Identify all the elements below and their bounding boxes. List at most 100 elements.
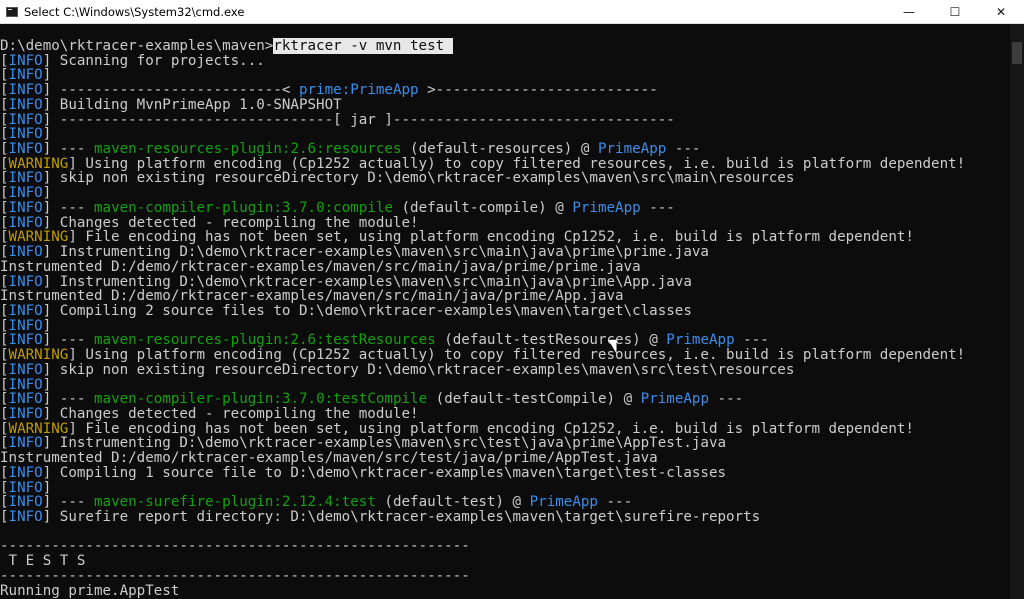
info-tag: INFO <box>8 405 43 422</box>
minimize-button[interactable]: — <box>886 0 932 23</box>
project-id: prime:PrimeApp <box>298 82 419 99</box>
plugin-suffix: --- <box>734 332 769 349</box>
warning-tag: WARNING <box>8 229 69 246</box>
plugin-name: maven-resources-plugin:2.6:testResources <box>93 332 436 349</box>
plugin-suffix: --- <box>709 391 744 408</box>
plugin-name: maven-compiler-plugin:3.7.0:testCompile <box>93 391 428 408</box>
console-line: T E S T S <box>0 554 1010 569</box>
info-tag: INFO <box>8 82 43 99</box>
console-line: [INFO] --- maven-compiler-plugin:3.7.0:c… <box>0 199 675 216</box>
plugin-goal: (default-test) @ <box>375 494 530 511</box>
log-text: Compiling 2 source files to D:\demo\rktr… <box>51 302 692 319</box>
terminal-text[interactable]: D:\demo\rktracer-examples\maven>rktracer… <box>0 24 1010 598</box>
console-line: [INFO] Scanning for projects... <box>0 52 265 69</box>
info-tag: INFO <box>8 479 43 496</box>
plugin-goal: (default-testResources) @ <box>435 332 667 349</box>
output-text: ----------------------------------------… <box>0 538 470 555</box>
title-bar[interactable]: Select C:\Windows\System32\cmd.exe — ☐ ✕ <box>0 0 1024 24</box>
separator-text: >-------------------------- <box>418 82 658 99</box>
info-tag: INFO <box>8 214 43 231</box>
plugin-prefix: --- <box>51 494 94 511</box>
log-text: Instrumenting D:\demo\rktracer-examples\… <box>51 273 692 290</box>
console-line: [INFO] --------------------------------[… <box>0 111 675 128</box>
warning-text: Using platform encoding (Cp1252 actually… <box>76 347 966 364</box>
console-line: [INFO] skip non existing resourceDirecto… <box>0 361 795 378</box>
warning-tag: WARNING <box>8 420 69 437</box>
console-line: Instrumented D:/demo/rktracer-examples/m… <box>0 451 1010 466</box>
console-line: ----------------------------------------… <box>0 569 1010 584</box>
console-line: Instrumented D:/demo/rktracer-examples/m… <box>0 259 1010 275</box>
info-tag: INFO <box>8 52 43 69</box>
plugin-prefix: --- <box>51 199 94 216</box>
console-line: [INFO] <box>0 317 52 334</box>
log-text: Changes detected - recompiling the modul… <box>51 405 419 422</box>
console-line: [INFO] Changes detected - recompiling th… <box>0 405 419 422</box>
console-line: Instrumented D:/demo/rktracer-examples/m… <box>0 289 1010 304</box>
output-text: Instrumented D:/demo/rktracer-examples/m… <box>0 288 624 305</box>
info-tag: INFO <box>8 464 43 481</box>
log-text: --------------------------------[ jar ]-… <box>51 111 675 128</box>
console-line: [INFO] skip non existing resourceDirecto… <box>0 170 795 187</box>
warning-text: Using platform encoding (Cp1252 actually… <box>76 155 966 172</box>
plugin-goal: (default-resources) @ <box>401 141 598 158</box>
info-tag: INFO <box>8 494 43 511</box>
plugin-name: maven-compiler-plugin:3.7.0:compile <box>93 199 393 216</box>
maximize-icon: ☐ <box>949 4 961 19</box>
project-name: PrimeApp <box>666 332 735 349</box>
info-tag: INFO <box>8 317 43 334</box>
plugin-name: maven-resources-plugin:2.6:resources <box>93 141 402 158</box>
console-line: [INFO] <box>0 185 52 202</box>
console-line: [WARNING] File encoding has not been set… <box>0 229 914 246</box>
info-tag: INFO <box>8 361 43 378</box>
cmd-window: Select C:\Windows\System32\cmd.exe — ☐ ✕… <box>0 0 1024 599</box>
console-line: [INFO] Surefire report directory: D:\dem… <box>0 509 761 525</box>
console-line: [WARNING] Using platform encoding (Cp125… <box>0 347 966 364</box>
close-button[interactable]: ✕ <box>978 0 1024 23</box>
info-tag: INFO <box>8 391 43 408</box>
minimize-icon: — <box>903 4 915 19</box>
output-text: Running prime.AppTest <box>0 582 180 599</box>
info-tag: INFO <box>8 96 43 113</box>
warning-tag: WARNING <box>8 347 69 364</box>
warning-text: File encoding has not been set, using pl… <box>76 229 914 246</box>
console-line: [INFO] Instrumenting D:\demo\rktracer-ex… <box>0 435 727 452</box>
console-line: [INFO] --- maven-surefire-plugin:2.12.4:… <box>0 494 633 511</box>
info-tag: INFO <box>8 185 43 202</box>
log-text: skip non existing resourceDirectory D:\d… <box>51 361 795 378</box>
console-line: [WARNING] File encoding has not been set… <box>0 420 914 437</box>
info-tag: INFO <box>8 273 43 290</box>
warning-text: File encoding has not been set, using pl… <box>76 420 914 437</box>
plugin-prefix: --- <box>51 332 94 349</box>
project-name: PrimeApp <box>572 199 641 216</box>
window-title: Select C:\Windows\System32\cmd.exe <box>24 4 245 19</box>
console-line: D:\demo\rktracer-examples\maven>rktracer… <box>0 38 1010 54</box>
info-tag: INFO <box>8 376 43 393</box>
selected-command-text: rktracer -v mvn test <box>273 38 453 54</box>
console-output-area[interactable]: D:\demo\rktracer-examples\maven>rktracer… <box>0 24 1010 599</box>
console-line: Running prime.AppTest <box>0 582 1010 599</box>
close-icon: ✕ <box>995 4 1007 19</box>
maximize-button[interactable]: ☐ <box>932 0 978 23</box>
console-line: [INFO] Instrumenting D:\demo\rktracer-ex… <box>0 273 692 290</box>
vertical-scrollbar[interactable] <box>1010 24 1024 599</box>
separator-text: --------------------------< <box>51 82 299 99</box>
project-name: PrimeApp <box>597 141 667 158</box>
console-line: [INFO] --- maven-compiler-plugin:3.7.0:t… <box>0 391 744 408</box>
scrollbar-thumb[interactable] <box>1012 42 1022 64</box>
info-tag: INFO <box>8 244 43 261</box>
log-text: Building MvnPrimeApp 1.0-SNAPSHOT <box>51 96 342 113</box>
info-tag: INFO <box>8 302 43 319</box>
info-tag: INFO <box>8 332 43 349</box>
console-line: [INFO] --------------------------< prime… <box>0 82 658 99</box>
info-tag: INFO <box>8 126 43 143</box>
console-line: [INFO] <box>0 376 52 393</box>
console-line: [INFO] Building MvnPrimeApp 1.0-SNAPSHOT <box>0 96 342 113</box>
output-text: Instrumented D:/demo/rktracer-examples/m… <box>0 450 658 467</box>
project-name: PrimeApp <box>529 494 598 511</box>
log-text: skip non existing resourceDirectory D:\d… <box>51 170 795 187</box>
console-line: [INFO] Instrumenting D:\demo\rktracer-ex… <box>0 244 709 261</box>
info-tag: INFO <box>8 170 43 187</box>
output-text: ----------------------------------------… <box>0 567 470 584</box>
plugin-goal: (default-testCompile) @ <box>427 391 641 408</box>
